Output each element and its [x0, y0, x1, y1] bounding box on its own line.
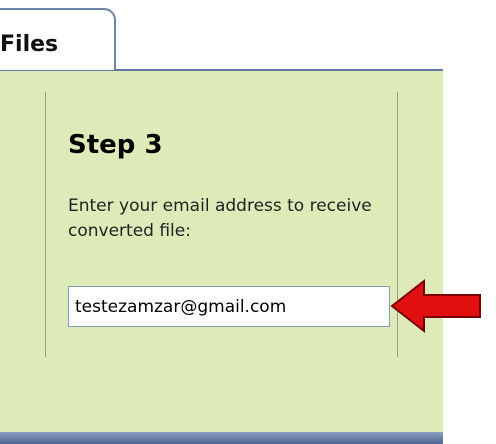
email-input[interactable] [68, 286, 390, 327]
step-instructions: Enter your email address to receive conv… [68, 196, 372, 241]
step-title: Step 3 [68, 130, 163, 160]
zamzar-form-screenshot: Files Step 3 Enter your email address to… [0, 0, 496, 444]
tab-files-label: Files [0, 32, 59, 57]
panel-bottom-border [0, 432, 443, 444]
red-arrow-icon [390, 278, 481, 334]
tab-files[interactable]: Files [0, 8, 116, 70]
